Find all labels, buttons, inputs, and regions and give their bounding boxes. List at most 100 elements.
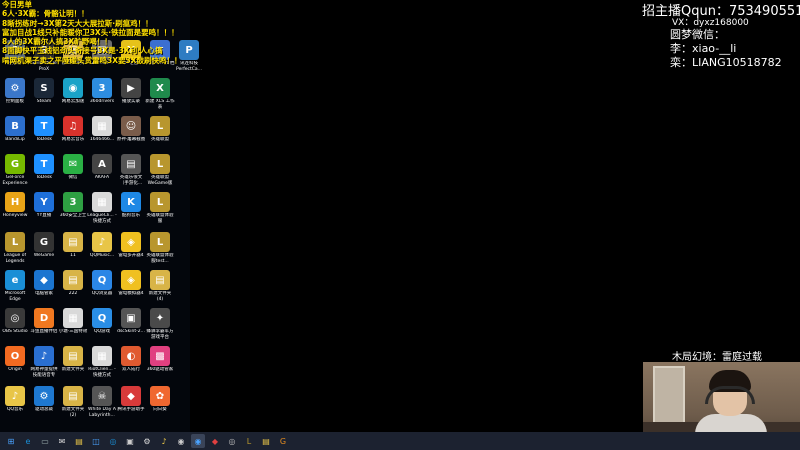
yy-icon[interactable]: ◉ [191,434,205,448]
app-icon: ◎ [5,308,25,328]
desktop-icon[interactable]: ✿ 向日葵 [145,386,175,413]
desktop-icon[interactable]: G GeForce Experience [0,154,30,186]
app-icon: ✿ [150,386,170,406]
app-icon: ▦ [63,308,83,328]
desktop-icon[interactable]: K 酷狗音乐 [116,192,146,219]
app-icon: T [34,116,54,136]
desktop-icon[interactable]: T ToDesk [29,116,59,143]
app-icon: L [150,192,170,212]
desktop-icon[interactable]: ✦ 蜂驿李霸军方游戏平台 [145,308,175,340]
desktop-icon[interactable]: ◆ 腾讯手游助手 [116,386,146,413]
desktop-icon[interactable]: ▤ 新建文件夹 [58,346,88,373]
desktop-icon[interactable]: ▤ 222 [58,270,88,297]
desktop-icon[interactable]: ☠ White Day A Labyrinth... [87,386,117,418]
desktop-icon[interactable]: ▣ dscSkint-2... [116,308,146,335]
desktop-icon-label: WeGame [33,253,55,258]
app-icon: ▣ [121,308,141,328]
desktop-icon[interactable]: ☺ 原神·屠幕截图 [116,116,146,143]
desktop-icon[interactable]: ▦ RiotClien... - 快捷方式 [87,346,117,378]
desktop-icon[interactable]: D 斗鱼直播伴侣 [29,308,59,335]
desktop-icon[interactable]: L 英雄联盟 [145,116,175,143]
desktop-icon[interactable]: ♪ QQMusic... [87,232,117,259]
desktop-icon[interactable]: 3 360安全卫士 [58,192,88,219]
app-icon: ♪ [92,232,112,252]
g-app-icon[interactable]: G [276,434,290,448]
desktop-icon[interactable]: ◈ 雷电模拟器4 [116,270,146,297]
desktop-icon[interactable]: L 英雄联盟体验服test... [145,232,175,264]
music-icon[interactable]: ♪ [157,434,171,448]
folder-icon[interactable]: ▤ [259,434,273,448]
desktop-icon[interactable]: L 英雄联盟 WeGame版 [145,154,175,186]
desktop-icon[interactable]: ◐ 双人成行 [116,346,146,373]
desktop-icon[interactable]: ◆ 电脑管家 [29,270,59,297]
desktop-icon-label: 1646466... [89,137,115,142]
mail-icon[interactable]: ✉ [55,434,69,448]
obs-icon[interactable]: ◎ [225,434,239,448]
desktop-icon[interactable]: Q QQ浏览器 [87,270,117,297]
desktop-icon[interactable]: T ToDesk [29,154,59,181]
desktop-icon[interactable]: Q QQ游戏 [87,308,117,335]
desktop-icon[interactable]: ▤ 新建文件夹 (2) [58,386,88,418]
desktop-icon[interactable]: G WeGame [29,232,59,259]
desktop: ♻ 回收站 S Samplitude ProX ▤ 新建文件夹 ▣ 22d154... Y YY语… [0,0,800,450]
app-icon: ▤ [121,154,141,174]
desktop-icon[interactable]: ▤ 11 [58,232,88,259]
desktop-icon[interactable]: A AKAFA [87,154,117,181]
red-app-icon[interactable]: ◆ [208,434,222,448]
desktop-icon-label: 斗鱼直播伴侣 [30,329,58,334]
terminal-icon[interactable]: ▣ [123,434,137,448]
desktop-icon[interactable]: ▦ 1646466... [87,116,117,143]
desktop-icon-label: 雷电模拟器4 [118,291,144,296]
desktop-icon[interactable]: Y YY直播 [29,192,59,219]
desktop-icon[interactable]: S Steam [29,78,59,105]
store-icon[interactable]: ◫ [89,434,103,448]
desktop-icon[interactable]: H Honeyview [0,192,30,219]
steam-icon[interactable]: ◉ [174,434,188,448]
desktop-icon[interactable]: ♫ 网易云音乐 [58,116,88,143]
desktop-icon[interactable]: ▤ 新建文件夹 (4) [145,270,175,302]
desktop-icon-label: 英雄乐很文（手游化... [119,175,143,186]
desktop-icon[interactable]: ⚙ 驱动总裁 [29,386,59,413]
desktop-icon-label: Origin [8,367,22,372]
desktop-icon[interactable]: ♪ 网易神量提供技能语音专 [29,346,59,378]
browser-icon[interactable]: ◎ [106,434,120,448]
desktop-icon[interactable]: ♪ QQ音乐 [0,386,30,413]
desktop-icon[interactable]: B BandiLip [0,116,30,143]
desktop-icon[interactable]: ◈ 雷电多开器4 [116,232,146,259]
chat-line: 8面脚快平玉线铝劲头奇接号3X是·3X利·人心搞 [2,46,163,56]
app-icon: ▤ [63,232,83,252]
explorer-icon[interactable]: ▤ [72,434,86,448]
edge-icon[interactable]: e [21,434,35,448]
desktop-icon[interactable]: L League of Legends [0,232,30,264]
desktop-icon[interactable]: e Microsoft Edge [0,270,30,302]
desktop-icon-label: QQ音乐 [6,407,24,412]
app-icon: ▤ [63,346,83,366]
task-view-icon[interactable]: ▭ [38,434,52,448]
desktop-icon-label: 播放实录 [122,99,140,104]
desktop-icon-label: 360驱动管家 [146,367,174,372]
app-icon: ◐ [121,346,141,366]
app-icon: G [34,232,54,252]
desktop-icon[interactable]: ◉ 网易云加速 [58,78,88,105]
desktop-icon[interactable]: ▶ 播放实录 [116,78,146,105]
desktop-icon[interactable]: ◎ OBS Studio [0,308,30,335]
desktop-icon[interactable]: ▩ 360驱动管家 [145,346,175,373]
app-icon: Q [92,270,112,290]
desktop-icon-label: 电脑管家 [35,291,53,296]
desktop-icon[interactable]: ⚙ 控制面板 [0,78,30,105]
gpu-icon[interactable]: ⚙ [140,434,154,448]
desktop-icon[interactable]: ✉ 微信 [58,154,88,181]
desktop-icon[interactable]: ▦ LeagueCli... - 快捷方式 [87,192,117,224]
desktop-icon[interactable]: O Origin [0,346,30,373]
desktop-icon[interactable]: ▤ 英雄乐很文（手游化... [116,154,146,186]
desktop-icon-label: 微信 [68,175,78,180]
desktop-icon[interactable]: L 英雄联盟体验服 [145,192,175,224]
desktop-icon[interactable]: X 新建 XLS 工作表 [145,78,175,110]
desktop-icon[interactable]: 3 360drivers [87,78,117,105]
lol-icon[interactable]: L [242,434,256,448]
chat-line: 8晰拐练时→3X第2天大大展拉斯·刷瘟鸡！！ [2,18,153,28]
desktop-icon-label: ToDesk [36,137,52,142]
start-icon[interactable]: ⊞ [4,434,18,448]
desktop-icon-label: Steam [36,99,52,104]
desktop-icon[interactable]: ▦ 小塘·三国特效 [58,308,88,335]
